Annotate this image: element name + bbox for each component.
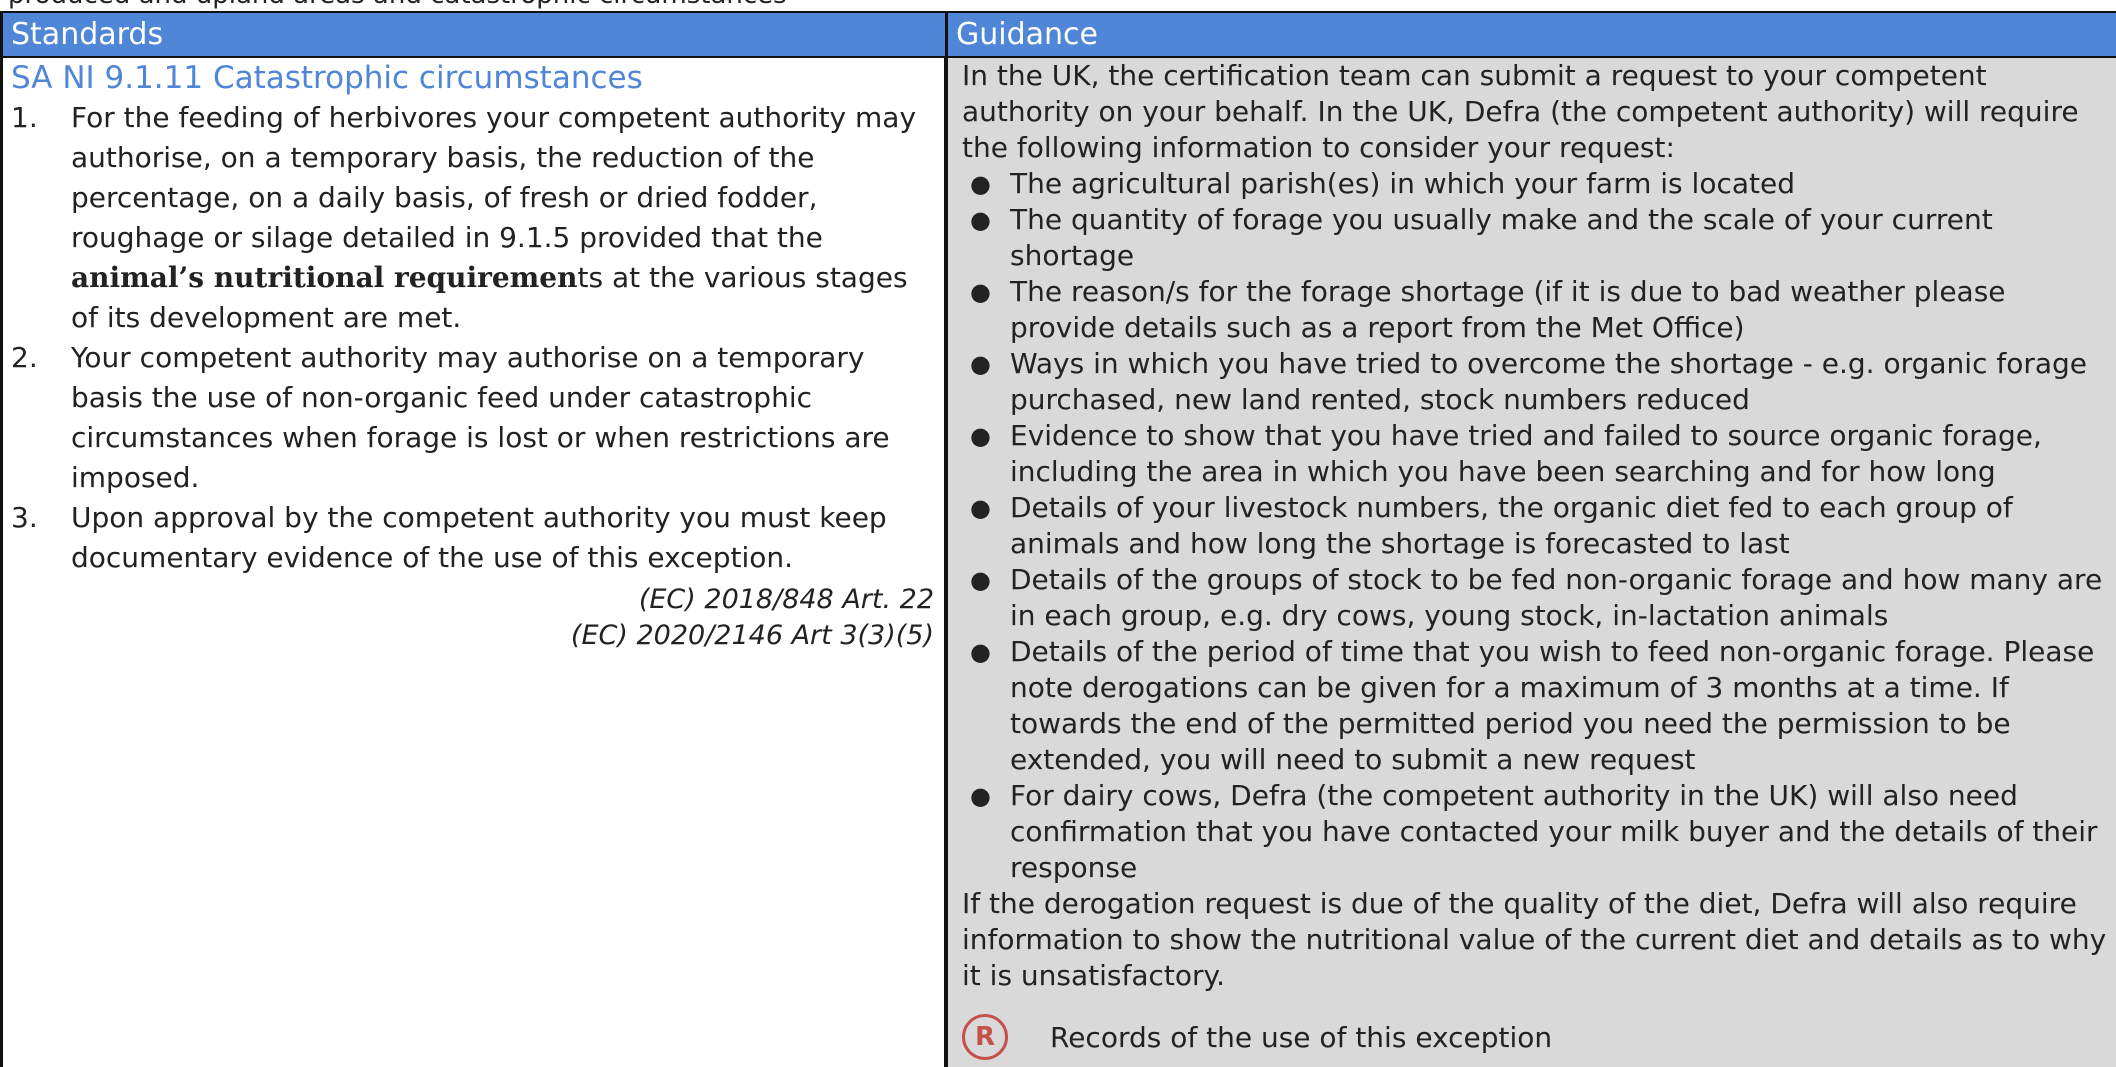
standard-title: SA NI 9.1.11 Catastrophic circumstances <box>11 60 643 96</box>
list-item: ● For dairy cows, Defra (the competent au… <box>962 778 2116 886</box>
records-note: R Records of the use of this exception <box>962 1014 1552 1060</box>
standards-header: Standards <box>0 13 948 56</box>
bullet-icon: ● <box>970 638 991 666</box>
standard-item-number: 1. <box>11 101 38 134</box>
guidance-closing: If the derogation request is due of the … <box>962 887 2107 992</box>
list-item-text: Details of your livestock numbers, the o… <box>1010 491 2013 560</box>
bullet-icon: ● <box>970 782 991 810</box>
standard-item-text: For the feeding of herbivores your compe… <box>71 101 917 254</box>
legislation-reference: (EC) 2020/2146 Art 3(3)(5) <box>570 620 934 651</box>
standard-item-number: 3. <box>11 501 38 534</box>
list-item-text: Details of the groups of stock to be fed… <box>1010 563 2103 632</box>
list-item: ● Details of your livestock numbers, the … <box>962 490 2116 562</box>
list-item: ● Evidence to show that you have tried an… <box>962 418 2116 490</box>
list-item: ● Details of the groups of stock to be fe… <box>962 562 2116 634</box>
standards-list: 1. For the feeding of herbivores your com… <box>11 98 934 578</box>
guidance-column: In the UK, the certification team can su… <box>948 58 2116 1067</box>
table-header-row: Standards Guidance <box>0 13 2116 58</box>
bullet-icon: ● <box>970 422 991 450</box>
legislation-references: (EC) 2018/848 Art. 22 (EC) 2020/2146 Art… <box>11 582 934 654</box>
standard-item-text: Your competent authority may authorise o… <box>71 341 890 494</box>
bullet-icon: ● <box>970 566 991 594</box>
list-item-text: The agricultural parish(es) in which you… <box>1010 167 1795 200</box>
standard-item-text: Upon approval by the competent authority… <box>71 501 887 574</box>
standard-item: 3. Upon approval by the competent authori… <box>11 498 934 578</box>
guidance-bullet-list: ● The agricultural parish(es) in which yo… <box>962 166 2116 886</box>
list-item: ● Ways in which you have tried to overcom… <box>962 346 2116 418</box>
bullet-icon: ● <box>970 350 991 378</box>
standards-column: SA NI 9.1.11 Catastrophic circumstances … <box>0 58 948 1067</box>
guidance-header: Guidance <box>948 13 2116 56</box>
list-item-text: Ways in which you have tried to overcome… <box>1010 347 2088 416</box>
list-item-text: Evidence to show that you have tried and… <box>1010 419 2042 488</box>
records-icon: R <box>962 1014 1008 1060</box>
document-page: produced and upland areas and catastroph… <box>0 0 2116 1067</box>
standard-item-bold-text: animal’s nutritional requiremen <box>71 261 578 294</box>
standard-item-number: 2. <box>11 341 38 374</box>
list-item: ● The quantity of forage you usually make… <box>962 202 2116 274</box>
bullet-icon: ● <box>970 494 991 522</box>
top-cropped-text: produced and upland areas and catastroph… <box>8 0 787 10</box>
list-item: ● The reason/s for the forage shortage (i… <box>962 274 2116 346</box>
standard-item: 1. For the feeding of herbivores your com… <box>11 98 934 338</box>
list-item-text: The reason/s for the forage shortage (if… <box>1010 275 2006 344</box>
list-item: ● The agricultural parish(es) in which yo… <box>962 166 2116 202</box>
list-item-text: Details of the period of time that you w… <box>1010 635 2095 776</box>
top-cropped-text-strip: produced and upland areas and catastroph… <box>0 0 2116 13</box>
list-item-text: For dairy cows, Defra (the competent aut… <box>1010 779 2098 884</box>
bullet-icon: ● <box>970 206 991 234</box>
legislation-reference: (EC) 2018/848 Art. 22 <box>638 584 934 615</box>
list-item: ● Details of the period of time that you … <box>962 634 2116 778</box>
records-text: Records of the use of this exception <box>1050 1020 1553 1054</box>
standard-item: 2. Your competent authority may authorise… <box>11 338 934 498</box>
bullet-icon: ● <box>970 170 991 198</box>
guidance-intro: In the UK, the certification team can su… <box>962 59 2079 164</box>
list-item-text: The quantity of forage you usually make … <box>1010 203 1993 272</box>
bullet-icon: ● <box>970 278 991 306</box>
table-body-row: SA NI 9.1.11 Catastrophic circumstances … <box>0 58 2116 1067</box>
